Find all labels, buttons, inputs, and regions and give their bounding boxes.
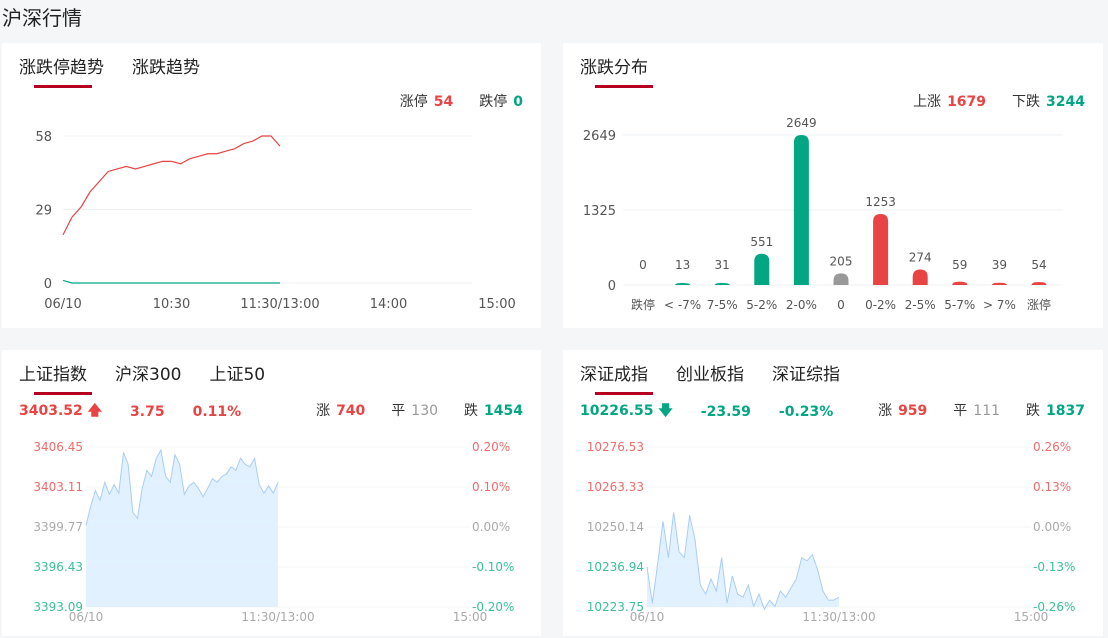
y-right-tick-label: 0.00% <box>472 520 510 534</box>
limit-trend-chart: 58 29 0 06/10 10:30 11:30/13:00 14:00 15:00 <box>35 130 515 312</box>
x-tick-label: 15:00 <box>1014 610 1049 624</box>
x-tick-label: 06/10 <box>44 297 81 312</box>
x-category-label: 2-0% <box>786 298 817 312</box>
x-category-label: 跌停 <box>631 297 655 312</box>
bar <box>833 273 849 285</box>
y-tick-label: 29 <box>35 204 52 219</box>
x-category-label: > 7% <box>983 298 1016 312</box>
y-right-tick-label: 0.20% <box>472 440 510 454</box>
bar-value-label: 1253 <box>865 195 896 209</box>
distribution-panel: 涨跌分布 上涨 1679 下跌 3244 2649 1325 0 0 跌停 13 < -7% 31… <box>563 43 1103 328</box>
bar <box>754 253 770 285</box>
bar-value-label: 13 <box>675 258 690 272</box>
y-right-tick-label: -0.13% <box>1033 560 1075 574</box>
y-tick-label: 3403.11 <box>33 480 83 494</box>
bar <box>912 269 928 285</box>
x-tick-label: 15:00 <box>453 610 488 624</box>
y-tick-label: 10250.14 <box>587 520 644 534</box>
y-tick-label: 0 <box>608 279 616 294</box>
x-category-label: 5-2% <box>746 298 777 312</box>
y-right-tick-label: 0.00% <box>1033 520 1071 534</box>
x-category-label: 0-2% <box>865 298 896 312</box>
x-category-label: < -7% <box>664 298 701 312</box>
x-category-label: 0 <box>837 298 845 312</box>
bar-value-label: 551 <box>750 235 773 249</box>
sz-index-panel: 深证成指 创业板指 深证综指 10226.55 🡇 -23.59 -0.23% … <box>563 350 1103 636</box>
series-line-limit-up <box>62 135 281 236</box>
x-category-label: 5-7% <box>944 298 975 312</box>
sh-index-panel: 上证指数 沪深300 上证50 3403.52 🡅 3.75 0.11% 涨 74… <box>2 350 541 636</box>
y-right-tick-label: -0.10% <box>472 560 514 574</box>
y-right-tick-label: 0.13% <box>1033 480 1071 494</box>
x-tick-label: 15:00 <box>478 297 515 312</box>
bar <box>793 135 809 285</box>
distribution-chart: 2649 1325 0 0 跌停 13 < -7% 31 7-5% 551 5-2% 2649 2-0%… <box>583 116 1063 312</box>
bar <box>1031 281 1047 285</box>
x-tick-label: 14:00 <box>370 297 407 312</box>
y-tick-label: 10263.33 <box>587 480 644 494</box>
y-tick-label: 58 <box>35 130 52 145</box>
bar-value-label: 205 <box>830 254 853 268</box>
sh-index-chart: 3406.45 0.20% 3403.11 0.10% 3399.77 0.00% 3396… <box>33 440 514 624</box>
x-category-label: 7-5% <box>707 298 738 312</box>
y-tick-label: 3399.77 <box>33 520 83 534</box>
y-tick-label: 10236.94 <box>587 560 644 574</box>
bar-value-label: 0 <box>639 258 647 272</box>
y-tick-label: 3396.43 <box>33 560 83 574</box>
y-right-tick-label: 0.10% <box>472 480 510 494</box>
y-tick-label: 10276.53 <box>587 440 644 454</box>
x-category-label: 涨停 <box>1027 297 1051 312</box>
y-tick-label: 1325 <box>583 204 616 219</box>
limit-trend-panel: 涨跌停趋势 涨跌趋势 涨停 54 跌停 0 58 29 0 06/10 10:30 11:30… <box>2 43 541 328</box>
bar-value-label: 2649 <box>786 116 817 130</box>
page-title: 沪深行情 <box>2 6 82 30</box>
price-area <box>86 449 278 607</box>
bar-value-label: 39 <box>992 258 1007 272</box>
x-category-label: 2-5% <box>905 298 936 312</box>
bar-value-label: 54 <box>1031 258 1046 272</box>
bar <box>873 214 889 285</box>
bar <box>675 283 691 285</box>
x-tick-label: 06/10 <box>69 610 104 624</box>
y-right-tick-label: 0.26% <box>1033 440 1071 454</box>
x-tick-label: 11:30/13:00 <box>241 610 314 624</box>
x-tick-label: 11:30/13:00 <box>802 610 875 624</box>
sz-index-chart: 10276.53 0.26% 10263.33 0.13% 10250.14 0.00% 1… <box>587 440 1076 624</box>
bar <box>714 283 730 285</box>
x-tick-label: 06/10 <box>630 610 665 624</box>
bar-value-label: 59 <box>952 258 967 272</box>
bar-value-label: 31 <box>715 258 730 272</box>
x-tick-label: 11:30/13:00 <box>240 297 319 312</box>
y-tick-label: 2649 <box>583 129 616 144</box>
bar-value-label: 274 <box>909 250 932 264</box>
y-tick-label: 0 <box>44 277 52 292</box>
bar <box>991 282 1007 285</box>
series-line-limit-down <box>62 279 280 284</box>
bar <box>952 281 968 285</box>
x-tick-label: 10:30 <box>153 297 190 312</box>
y-tick-label: 3406.45 <box>33 440 83 454</box>
